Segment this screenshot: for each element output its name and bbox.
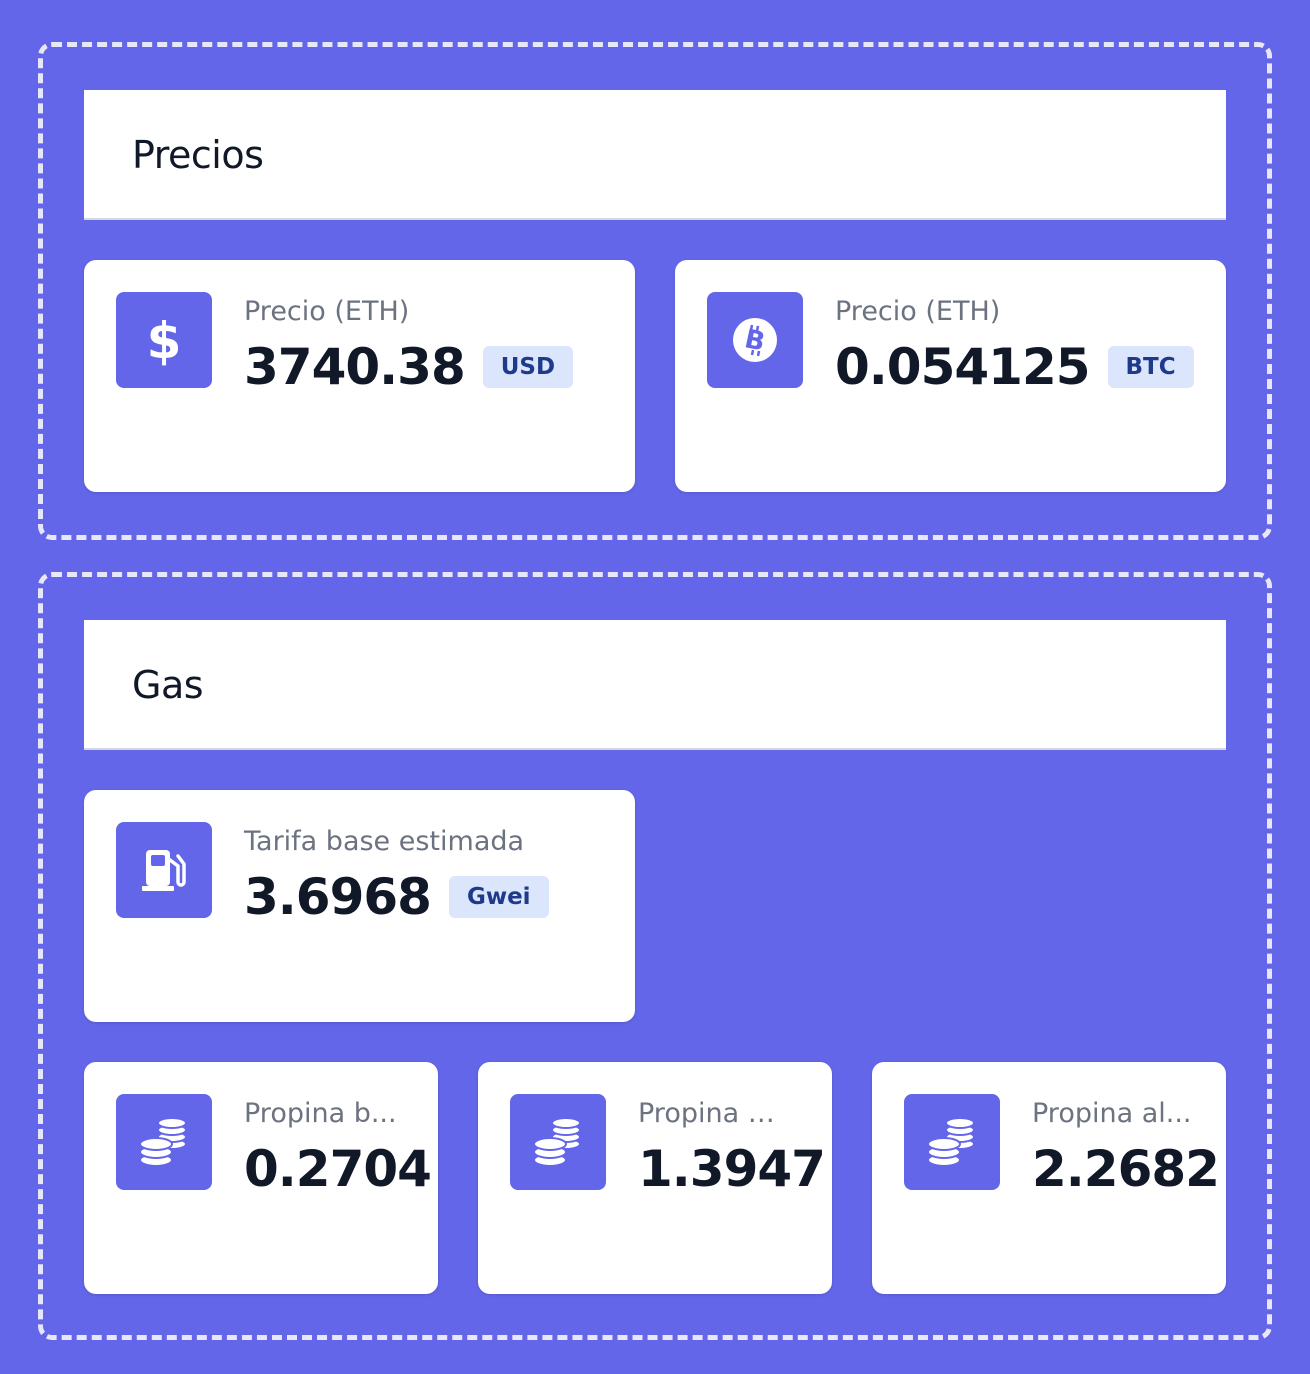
prices-section: Precios $ Precio (ETH) 3740.38 USD B Pre… bbox=[38, 42, 1272, 540]
price-usd-card: $ Precio (ETH) 3740.38 USD bbox=[84, 260, 635, 492]
price-usd-label: Precio (ETH) bbox=[244, 296, 410, 327]
price-btc-card: B Precio (ETH) 0.054125 BTC bbox=[675, 260, 1226, 492]
coins-icon bbox=[116, 1094, 212, 1190]
tip-low-label: Propina b... bbox=[244, 1098, 397, 1129]
tip-low-card: Propina b... 0.2704 bbox=[84, 1062, 438, 1294]
svg-text:$: $ bbox=[147, 314, 182, 366]
prices-header: Precios bbox=[84, 90, 1226, 220]
gas-section: Gas Tarifa base estimada 3.6968 Gwei Pro… bbox=[38, 572, 1272, 1340]
tip-high-card: Propina al... 2.2682 bbox=[872, 1062, 1226, 1294]
unit-badge-gwei: Gwei bbox=[448, 876, 549, 918]
base-fee-card: Tarifa base estimada 3.6968 Gwei bbox=[84, 790, 635, 1022]
coins-icon bbox=[510, 1094, 606, 1190]
price-btc-label: Precio (ETH) bbox=[835, 296, 1001, 327]
tip-high-value: 2.2682 bbox=[1032, 1140, 1220, 1198]
prices-title: Precios bbox=[132, 133, 264, 177]
price-usd-value: 3740.38 bbox=[244, 338, 466, 396]
gas-title: Gas bbox=[132, 663, 204, 707]
coins-icon bbox=[904, 1094, 1000, 1190]
tip-low-value: 0.2704 bbox=[244, 1140, 432, 1198]
unit-badge-btc: BTC bbox=[1107, 346, 1194, 388]
unit-badge-usd: USD bbox=[482, 346, 574, 388]
price-btc-value: 0.054125 bbox=[835, 338, 1091, 396]
gas-pump-icon bbox=[116, 822, 212, 918]
bitcoin-icon: B bbox=[707, 292, 803, 388]
tip-mid-value: 1.3947 bbox=[638, 1140, 826, 1198]
tip-high-label: Propina al... bbox=[1032, 1098, 1192, 1129]
tip-mid-card: Propina m... 1.3947 bbox=[478, 1062, 832, 1294]
base-fee-label: Tarifa base estimada bbox=[244, 826, 525, 857]
dollar-icon: $ bbox=[116, 292, 212, 388]
tip-mid-label: Propina m... bbox=[638, 1098, 798, 1129]
gas-header: Gas bbox=[84, 620, 1226, 750]
base-fee-value: 3.6968 bbox=[244, 868, 432, 926]
